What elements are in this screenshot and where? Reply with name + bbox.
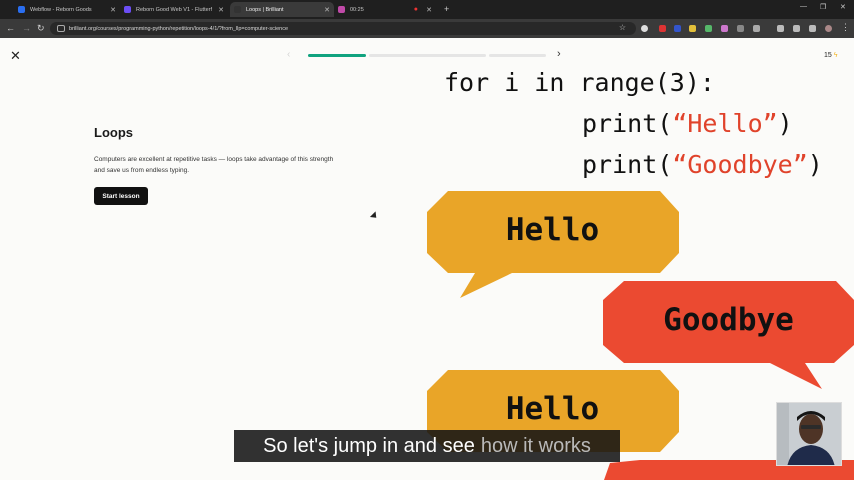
video-subtitle: So let's jump in and see how it works bbox=[234, 430, 620, 462]
code-line-print-hello: print(“Hello”) bbox=[582, 109, 793, 138]
presenter-avatar-icon bbox=[777, 403, 841, 465]
code-paren: ) bbox=[807, 150, 823, 179]
code-line-print-goodbye: print(“Goodbye”) bbox=[582, 150, 823, 179]
hello-bubble-text: Hello bbox=[505, 212, 600, 248]
webcam-overlay bbox=[776, 402, 842, 466]
code-paren: ) bbox=[777, 109, 793, 138]
code-string-goodbye: “Goodbye” bbox=[672, 150, 808, 179]
goodbye-bubble-text: Goodbye bbox=[663, 302, 794, 338]
code-print: print( bbox=[582, 109, 673, 138]
code-print: print( bbox=[582, 150, 673, 179]
subtitle-text-upcoming: how it works bbox=[480, 434, 591, 457]
hello-bubble-text-2: Hello bbox=[505, 391, 600, 427]
loop-illustration bbox=[427, 191, 854, 480]
code-string-hello: “Hello” bbox=[672, 109, 778, 138]
subtitle-text: So let's jump in and see bbox=[263, 434, 475, 457]
code-line-for: for i in range(3): bbox=[444, 68, 715, 97]
